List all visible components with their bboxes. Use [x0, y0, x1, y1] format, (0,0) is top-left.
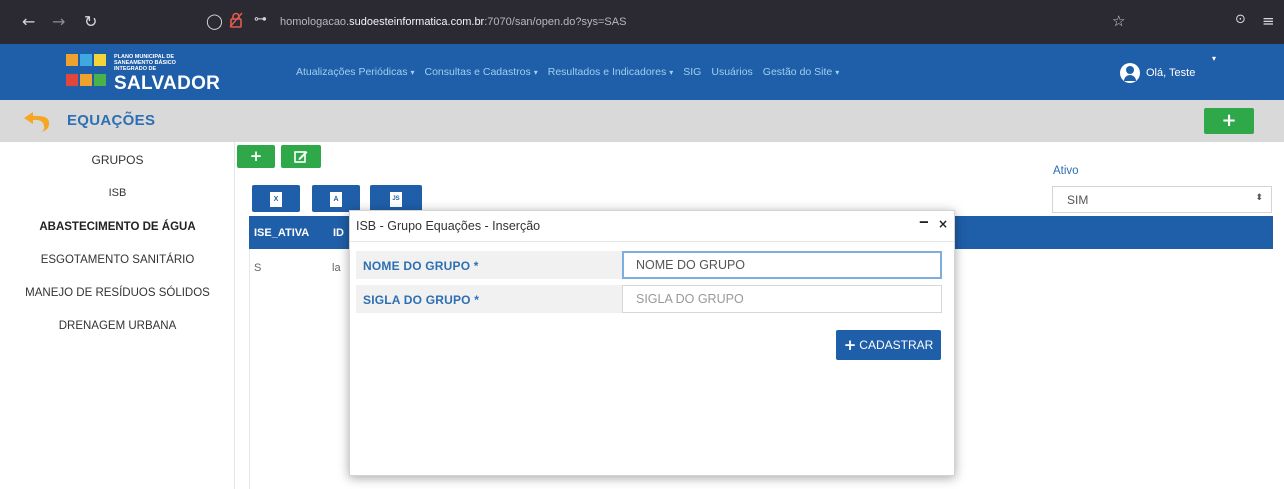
- sigla-grupo-input[interactable]: [622, 285, 942, 313]
- insert-group-dialog: ISB - Grupo Equações - Inserção ‒ × NOME…: [349, 210, 955, 476]
- edit-group-button[interactable]: [281, 145, 321, 168]
- logo-big-text: SALVADOR: [114, 73, 221, 94]
- cadastrar-label: CADASTRAR: [859, 338, 934, 352]
- url-prefix: homologacao.: [280, 16, 350, 28]
- user-menu[interactable]: Olá, Teste: [1120, 62, 1195, 84]
- user-greeting: Olá, Teste: [1146, 67, 1196, 79]
- app-header: PLANO MUNICIPAL DE SANEAMENTO BÁSICO INT…: [0, 44, 1284, 100]
- cadastrar-button[interactable]: + CADASTRAR: [836, 330, 941, 360]
- json-file-icon: JS: [390, 191, 402, 207]
- salvador-logo[interactable]: PLANO MUNICIPAL DE SANEAMENTO BÁSICO INT…: [66, 52, 220, 94]
- column-header-id[interactable]: ID: [333, 227, 344, 239]
- undo-back-icon[interactable]: [22, 108, 52, 134]
- menu-item-gestao[interactable]: Gestão do Site ▾: [763, 66, 839, 78]
- ativo-filter-value: SIM: [1067, 193, 1089, 207]
- reload-icon[interactable]: ↻: [84, 12, 97, 31]
- nome-grupo-row: NOME DO GRUPO *: [356, 251, 942, 279]
- sigla-grupo-label: SIGLA DO GRUPO *: [363, 293, 480, 307]
- sidebar-item-drenagem[interactable]: DRENAGEM URBANA: [0, 320, 235, 332]
- user-icon: [1120, 63, 1140, 83]
- column-header-ise-ativa[interactable]: ISE_ATIVA: [254, 227, 309, 239]
- forward-icon[interactable]: →: [52, 12, 65, 31]
- excel-export-button[interactable]: X: [252, 185, 300, 212]
- add-equation-button[interactable]: +: [1204, 108, 1254, 134]
- logo-square-blue: [80, 54, 92, 66]
- sidebar-divider: [234, 142, 235, 489]
- url-suffix: :7070/san/open.do?sys=SAS: [484, 16, 627, 28]
- sidebar: GRUPOS ISB ABASTECIMENTO DE ÁGUA ESGOTAM…: [0, 142, 235, 489]
- menu-item-sig[interactable]: SIG: [683, 66, 701, 78]
- page-title-bar: EQUAÇÕES: [0, 100, 1284, 142]
- menu-icon[interactable]: ≡: [1262, 12, 1275, 30]
- sidebar-item-isb[interactable]: ISB: [0, 187, 235, 199]
- logo-square-orange-2: [80, 74, 92, 86]
- logo-square-green: [94, 74, 106, 86]
- logo-square-yellow: [94, 54, 106, 66]
- logo-small-text: PLANO MUNICIPAL DE SANEAMENTO BÁSICO INT…: [114, 54, 176, 72]
- nome-grupo-label: NOME DO GRUPO *: [363, 259, 479, 273]
- sidebar-item-abastecimento[interactable]: ABASTECIMENTO DE ÁGUA: [0, 221, 235, 233]
- dialog-title: ISB - Grupo Equações - Inserção: [356, 219, 541, 233]
- ativo-filter-label: Ativo: [1053, 165, 1079, 177]
- sidebar-item-esgotamento[interactable]: ESGOTAMENTO SANITÁRIO: [0, 254, 235, 266]
- minimize-icon[interactable]: ‒: [919, 214, 929, 230]
- json-export-button[interactable]: JS: [370, 185, 422, 212]
- sidebar-item-residuos[interactable]: MANEJO DE RESÍDUOS SÓLIDOS: [0, 287, 235, 299]
- table-left-border: [249, 249, 250, 489]
- add-group-button[interactable]: +: [237, 145, 275, 168]
- select-arrows-icon: ⬍: [1255, 192, 1263, 202]
- url-field[interactable]: homologacao.sudoesteinformatica.com.br:7…: [280, 16, 626, 28]
- menu-item-atualizacoes[interactable]: Atualizações Periódicas ▾: [296, 66, 415, 78]
- key-icon: ⊶: [254, 12, 267, 27]
- lock-icon[interactable]: [229, 12, 243, 32]
- pocket-icon[interactable]: ⊙: [1235, 12, 1246, 27]
- chevron-down-icon[interactable]: ▾: [1212, 54, 1216, 63]
- dialog-divider: [350, 241, 954, 242]
- url-domain: sudoesteinformatica.com.br: [349, 16, 485, 28]
- edit-icon: [294, 151, 308, 163]
- excel-file-icon: X: [270, 191, 282, 207]
- sigla-grupo-row: SIGLA DO GRUPO *: [356, 285, 942, 313]
- close-icon[interactable]: ×: [938, 217, 948, 231]
- menu-item-resultados[interactable]: Resultados e Indicadores ▾: [548, 66, 674, 78]
- table-cell-id: la: [332, 262, 341, 274]
- logo-square-red: [66, 74, 78, 86]
- sidebar-item-grupos[interactable]: GRUPOS: [0, 153, 235, 167]
- table-cell-ise-ativa: S: [254, 262, 262, 274]
- logo-square-orange: [66, 54, 78, 66]
- nome-grupo-input[interactable]: [622, 251, 942, 279]
- pdf-file-icon: A: [330, 191, 342, 207]
- plus-icon: +: [843, 336, 857, 354]
- back-icon[interactable]: ←: [22, 12, 35, 31]
- ativo-filter-select[interactable]: SIM ⬍: [1052, 186, 1272, 213]
- shield-icon[interactable]: ◯: [206, 12, 223, 30]
- pdf-export-button[interactable]: A: [312, 185, 360, 212]
- top-menu: Atualizações Periódicas ▾ Consultas e Cad…: [296, 66, 839, 78]
- page-title: EQUAÇÕES: [67, 112, 156, 129]
- menu-item-consultas[interactable]: Consultas e Cadastros ▾: [425, 66, 538, 78]
- menu-item-usuarios[interactable]: Usuários: [711, 66, 752, 78]
- bookmark-star-icon[interactable]: ☆: [1112, 12, 1125, 30]
- browser-toolbar: ← → ↻ ◯ ⊶ homologacao.sudoesteinformatic…: [0, 0, 1284, 44]
